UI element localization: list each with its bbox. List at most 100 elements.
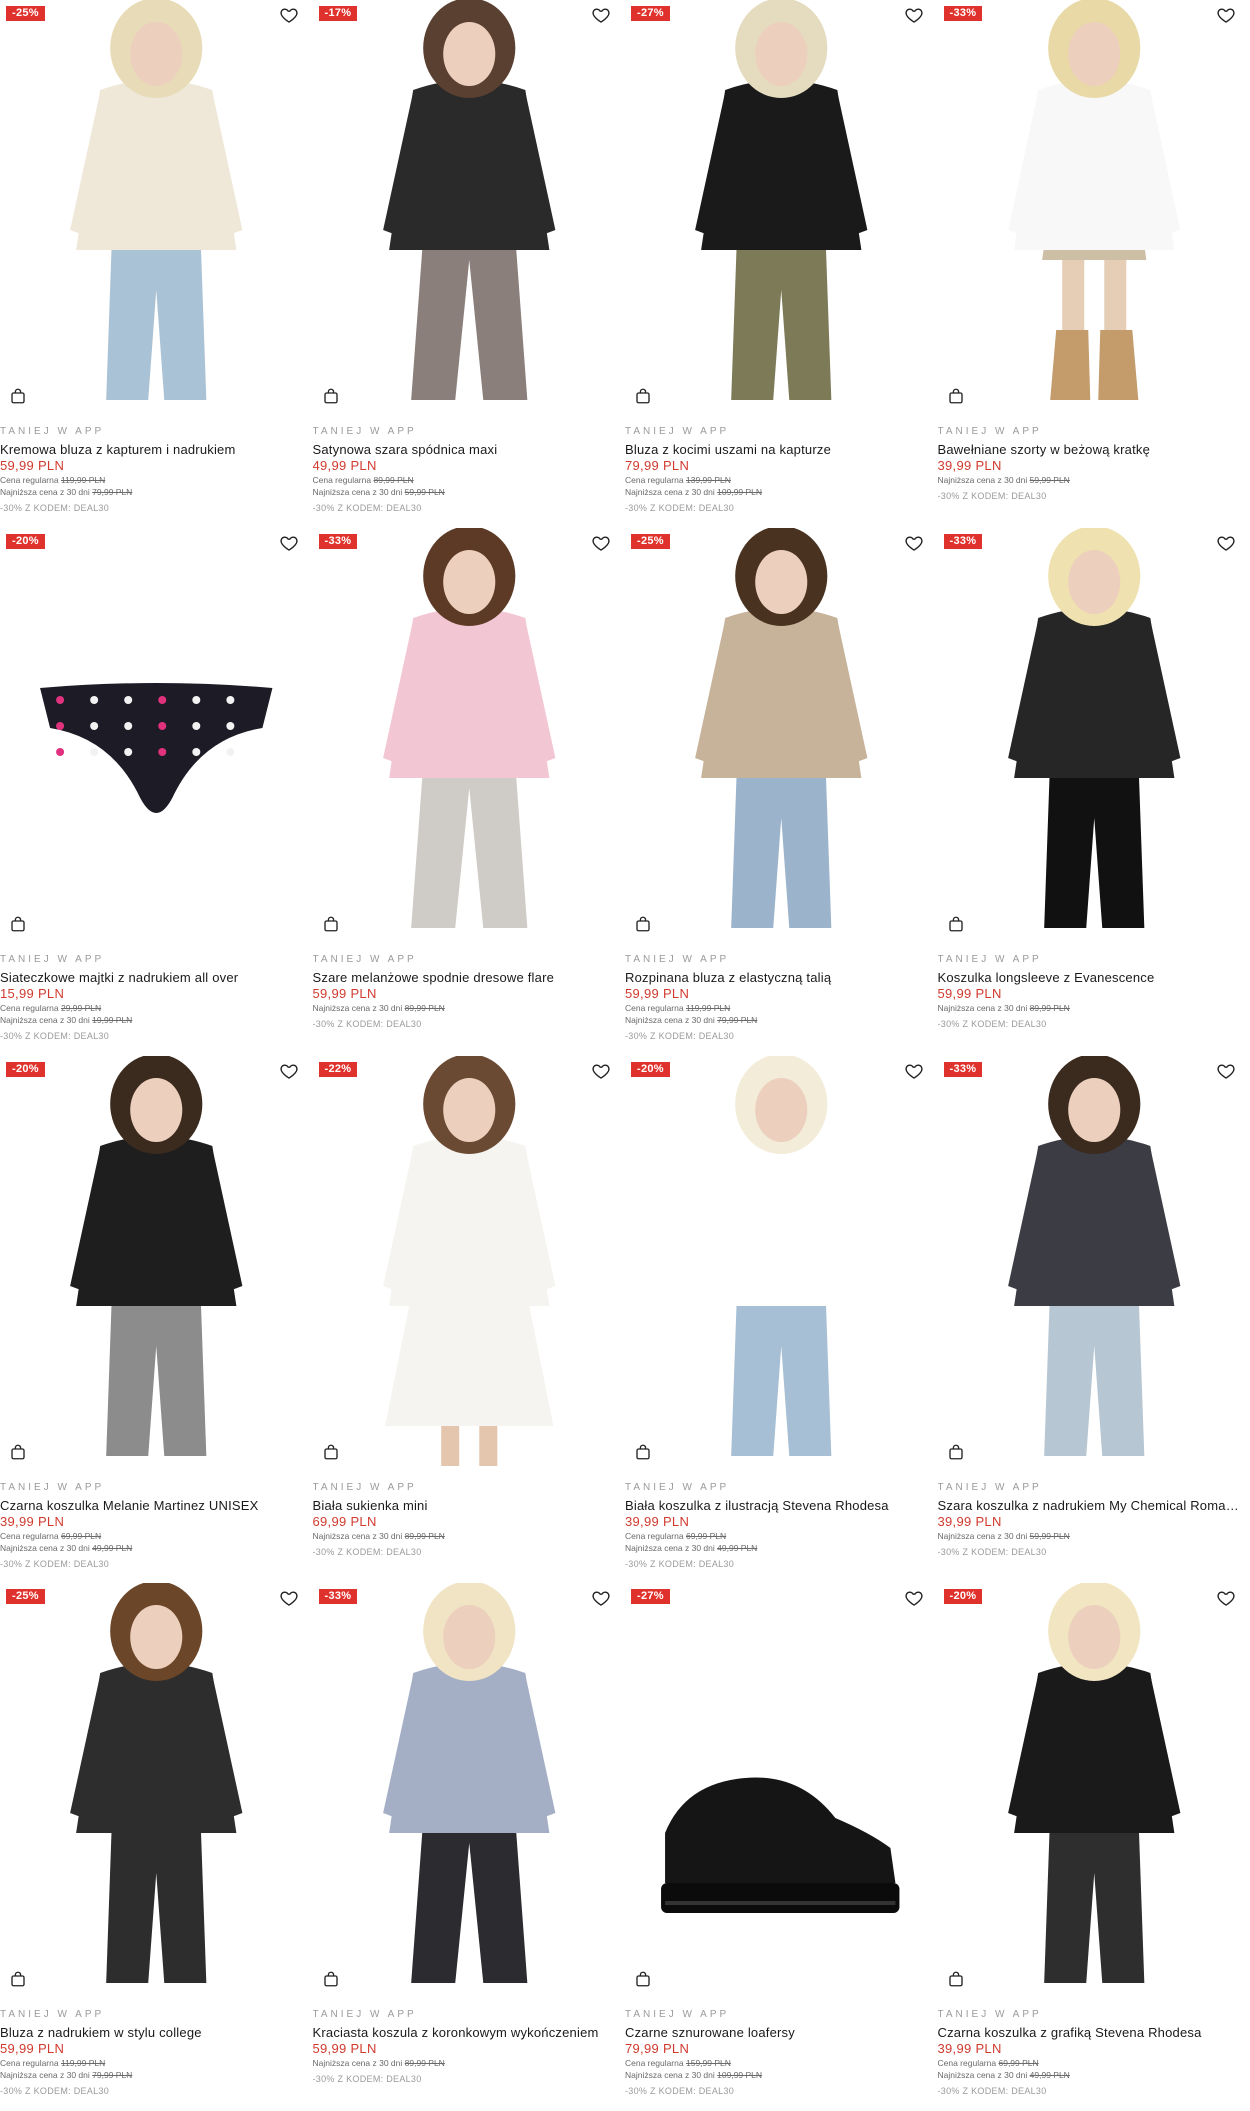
product-image-area[interactable]: -20% xyxy=(625,1055,938,1469)
shopping-bag-icon[interactable] xyxy=(9,1443,27,1461)
product-name[interactable]: Czarna koszulka z grafiką Stevena Rhodes… xyxy=(938,2024,1250,2041)
shopping-bag-icon[interactable] xyxy=(9,915,27,933)
product-photo[interactable] xyxy=(0,1055,313,1469)
product-name[interactable]: Bawełniane szorty w beżową kratkę xyxy=(938,441,1250,458)
product-card-13[interactable]: -25% TANIEJ W APP Bluza z nadrukiem w st… xyxy=(0,1583,313,2111)
product-card-3[interactable]: -27% TANIEJ W APP Bluza z kocimi uszami … xyxy=(625,0,938,528)
product-card-4[interactable]: -33% TANIEJ W APP Bawełniane szorty w be… xyxy=(937,0,1250,528)
product-image-area[interactable]: -25% xyxy=(0,1583,313,1997)
product-photo[interactable] xyxy=(937,1583,1250,1997)
product-photo[interactable] xyxy=(937,1055,1250,1469)
product-name[interactable]: Satynowa szara spódnica maxi xyxy=(313,441,626,458)
product-name[interactable]: Rozpinana bluza z elastyczną talią xyxy=(625,969,938,986)
product-photo[interactable] xyxy=(312,527,626,941)
heart-icon[interactable] xyxy=(279,533,299,553)
heart-icon[interactable] xyxy=(904,533,924,553)
product-name[interactable]: Kraciasta koszula z koronkowym wykończen… xyxy=(313,2024,626,2041)
product-card-9[interactable]: -20% TANIEJ W APP Czarna koszulka Melani… xyxy=(0,1055,313,1584)
product-photo[interactable] xyxy=(0,0,313,413)
heart-icon[interactable] xyxy=(591,533,611,553)
shopping-bag-icon[interactable] xyxy=(322,387,340,405)
heart-icon[interactable] xyxy=(279,1061,299,1081)
shopping-bag-icon[interactable] xyxy=(9,387,27,405)
shopping-bag-icon[interactable] xyxy=(634,1970,652,1988)
product-photo[interactable] xyxy=(0,1583,313,1997)
product-photo[interactable] xyxy=(625,527,938,941)
product-image-area[interactable]: -20% xyxy=(0,1055,313,1469)
product-card-7[interactable]: -25% TANIEJ W APP Rozpinana bluza z elas… xyxy=(625,527,938,1056)
shopping-bag-icon[interactable] xyxy=(322,1970,340,1988)
product-name[interactable]: Bluza z kocimi uszami na kapturze xyxy=(625,441,938,458)
product-photo[interactable] xyxy=(625,1583,938,1997)
shopping-bag-icon[interactable] xyxy=(947,1970,965,1988)
product-name[interactable]: Szare melanżowe spodnie dresowe flare xyxy=(313,969,626,986)
product-name[interactable]: Biała sukienka mini xyxy=(313,1497,626,1514)
product-photo[interactable] xyxy=(312,0,626,413)
shopping-bag-icon[interactable] xyxy=(322,1443,340,1461)
heart-icon[interactable] xyxy=(904,1061,924,1081)
shopping-bag-icon[interactable] xyxy=(634,915,652,933)
shopping-bag-icon[interactable] xyxy=(634,387,652,405)
product-card-14[interactable]: -33% TANIEJ W APP Kraciasta koszula z ko… xyxy=(312,1583,626,2111)
product-card-11[interactable]: -20% TANIEJ W APP Biała koszulka z ilust… xyxy=(625,1055,938,1584)
shopping-bag-icon[interactable] xyxy=(634,1443,652,1461)
heart-icon[interactable] xyxy=(591,1588,611,1608)
product-card-10[interactable]: -22% TANIEJ W APP Biała sukienka mini 69… xyxy=(312,1055,626,1584)
heart-icon[interactable] xyxy=(1216,533,1236,553)
product-card-5[interactable]: -20% TANIEJ W APP Siateczkowe majtki z n… xyxy=(0,527,313,1056)
product-name[interactable]: Szara koszulka z nadrukiem My Chemical R… xyxy=(938,1497,1250,1514)
product-image-area[interactable]: -33% xyxy=(312,1583,626,1997)
product-image-area[interactable]: -17% xyxy=(312,0,626,413)
product-card-1[interactable]: -25% TANIEJ W APP Kremowa bluza z kaptur… xyxy=(0,0,313,528)
product-card-2[interactable]: -17% TANIEJ W APP Satynowa szara spódnic… xyxy=(312,0,626,528)
product-card-8[interactable]: -33% TANIEJ W APP Koszulka longsleeve z … xyxy=(937,527,1250,1056)
product-name[interactable]: Czarne sznurowane loafersy xyxy=(625,2024,938,2041)
product-photo[interactable] xyxy=(312,1055,626,1469)
shopping-bag-icon[interactable] xyxy=(947,387,965,405)
product-name[interactable]: Bluza z nadrukiem w stylu college xyxy=(0,2024,313,2041)
heart-icon[interactable] xyxy=(591,1061,611,1081)
product-name[interactable]: Biała koszulka z ilustracją Stevena Rhod… xyxy=(625,1497,938,1514)
product-photo[interactable] xyxy=(625,1055,938,1469)
shopping-bag-icon[interactable] xyxy=(9,1970,27,1988)
product-name[interactable]: Czarna koszulka Melanie Martinez UNISEX xyxy=(0,1497,313,1514)
heart-icon[interactable] xyxy=(904,5,924,25)
product-photo[interactable] xyxy=(937,527,1250,941)
heart-icon[interactable] xyxy=(591,5,611,25)
shopping-bag-icon[interactable] xyxy=(322,915,340,933)
product-card-12[interactable]: -33% TANIEJ W APP Szara koszulka z nadru… xyxy=(937,1055,1250,1584)
product-image-area[interactable]: -27% xyxy=(625,1583,938,1997)
heart-icon[interactable] xyxy=(1216,1588,1236,1608)
product-card-15[interactable]: -27% TANIEJ W APP Czarne sznurowane loaf… xyxy=(625,1583,938,2111)
product-image-area[interactable]: -25% xyxy=(625,527,938,941)
heart-icon[interactable] xyxy=(1216,5,1236,25)
heart-icon[interactable] xyxy=(279,5,299,25)
product-name[interactable]: Koszulka longsleeve z Evanescence xyxy=(938,969,1250,986)
product-image-area[interactable]: -33% xyxy=(937,1055,1250,1469)
product-name[interactable]: Kremowa bluza z kapturem i nadrukiem xyxy=(0,441,313,458)
regular-price: 119,99 PLN xyxy=(60,475,106,485)
product-photo[interactable] xyxy=(0,527,313,941)
product-photo[interactable] xyxy=(312,1583,626,1997)
heart-icon[interactable] xyxy=(1216,1061,1236,1081)
product-card-16[interactable]: -20% TANIEJ W APP Czarna koszulka z graf… xyxy=(937,1583,1250,2111)
product-image-area[interactable]: -25% xyxy=(0,0,313,413)
face xyxy=(442,1605,495,1670)
product-photo[interactable] xyxy=(937,0,1250,413)
product-name[interactable]: Siateczkowe majtki z nadrukiem all over xyxy=(0,969,313,986)
product-image-area[interactable]: -22% xyxy=(312,1055,626,1469)
product-image-area[interactable]: -33% xyxy=(312,527,626,941)
heart-icon[interactable] xyxy=(279,1588,299,1608)
heart-icon[interactable] xyxy=(904,1588,924,1608)
product-image-area[interactable]: -33% xyxy=(937,0,1250,413)
product-image-area[interactable]: -20% xyxy=(0,527,313,941)
shopping-bag-icon[interactable] xyxy=(947,915,965,933)
product-card-6[interactable]: -33% TANIEJ W APP Szare melanżowe spodni… xyxy=(312,527,626,1056)
shopping-bag-icon[interactable] xyxy=(947,1443,965,1461)
face xyxy=(1067,1605,1120,1670)
product-image-area[interactable]: -20% xyxy=(937,1583,1250,1997)
product-photo[interactable] xyxy=(625,0,938,413)
product-image-area[interactable]: -27% xyxy=(625,0,938,413)
print-dot xyxy=(192,747,201,756)
product-image-area[interactable]: -33% xyxy=(937,527,1250,941)
